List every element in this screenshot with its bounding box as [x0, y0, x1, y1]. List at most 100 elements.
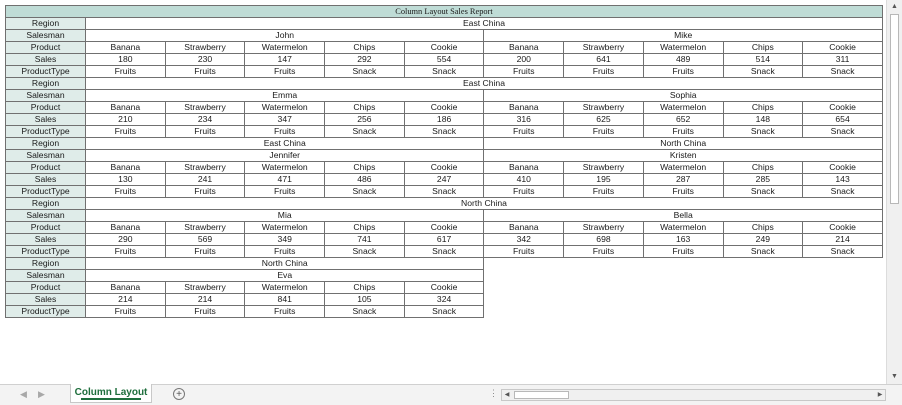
product-cell[interactable]: Watermelon: [642, 221, 724, 234]
empty-cell[interactable]: [483, 257, 883, 270]
product-cell[interactable]: Strawberry: [164, 281, 246, 294]
product-type-cell[interactable]: Snack: [324, 245, 405, 258]
row-label-product-type[interactable]: ProductType: [5, 185, 86, 198]
product-type-cell[interactable]: Fruits: [244, 245, 326, 258]
product-type-cell[interactable]: Snack: [722, 65, 804, 78]
next-sheet-icon[interactable]: ▶: [38, 389, 45, 400]
scroll-right-icon[interactable]: ▶: [875, 390, 885, 400]
sales-value-cell[interactable]: 186: [403, 113, 485, 126]
product-cell[interactable]: Chips: [722, 161, 804, 174]
product-cell[interactable]: Banana: [85, 221, 166, 234]
sales-value-cell[interactable]: 471: [244, 173, 326, 186]
product-type-cell[interactable]: Snack: [722, 125, 804, 138]
product-type-cell[interactable]: Fruits: [164, 305, 246, 318]
sales-value-cell[interactable]: 741: [324, 233, 405, 246]
salesman-name-cell[interactable]: Bella: [483, 209, 883, 222]
region-cell[interactable]: East China: [84, 137, 485, 150]
product-cell[interactable]: Chips: [324, 101, 405, 114]
sales-value-cell[interactable]: 214: [802, 233, 883, 246]
product-type-cell[interactable]: Fruits: [244, 305, 326, 318]
salesman-name-cell[interactable]: Kristen: [483, 149, 883, 162]
sales-value-cell[interactable]: 214: [85, 293, 166, 306]
report-title[interactable]: Column Layout Sales Report: [5, 5, 883, 18]
product-cell[interactable]: Watermelon: [642, 161, 724, 174]
row-label-region[interactable]: Region: [5, 137, 86, 150]
product-cell[interactable]: Strawberry: [563, 101, 644, 114]
product-cell[interactable]: Watermelon: [244, 101, 326, 114]
scroll-down-icon[interactable]: ▼: [889, 371, 900, 382]
product-type-cell[interactable]: Fruits: [85, 185, 166, 198]
prev-sheet-icon[interactable]: ◀: [20, 389, 27, 400]
product-type-cell[interactable]: Fruits: [164, 125, 246, 138]
sales-value-cell[interactable]: 143: [802, 173, 883, 186]
region-cell[interactable]: North China: [85, 197, 883, 210]
product-type-cell[interactable]: Snack: [324, 185, 405, 198]
sales-value-cell[interactable]: 617: [403, 233, 485, 246]
sales-value-cell[interactable]: 180: [85, 53, 166, 66]
product-cell[interactable]: Watermelon: [244, 221, 326, 234]
sales-value-cell[interactable]: 641: [563, 53, 644, 66]
product-cell[interactable]: Watermelon: [642, 101, 724, 114]
product-type-cell[interactable]: Fruits: [164, 185, 246, 198]
sales-value-cell[interactable]: 285: [722, 173, 804, 186]
row-label-region[interactable]: Region: [5, 17, 86, 30]
product-type-cell[interactable]: Snack: [324, 65, 405, 78]
region-cell[interactable]: East China: [85, 77, 883, 90]
product-type-cell[interactable]: Fruits: [642, 245, 724, 258]
empty-cell[interactable]: [483, 281, 883, 294]
product-type-cell[interactable]: Snack: [802, 245, 883, 258]
product-type-cell[interactable]: Fruits: [563, 125, 644, 138]
salesman-name-cell[interactable]: Mike: [483, 29, 883, 42]
product-type-cell[interactable]: Snack: [403, 65, 485, 78]
product-type-cell[interactable]: Fruits: [85, 305, 166, 318]
product-type-cell[interactable]: Fruits: [244, 65, 326, 78]
product-cell[interactable]: Chips: [722, 101, 804, 114]
product-cell[interactable]: Cookie: [802, 161, 883, 174]
row-label-region[interactable]: Region: [5, 197, 86, 210]
sales-value-cell[interactable]: 654: [802, 113, 883, 126]
row-label-salesman[interactable]: Salesman: [5, 269, 86, 282]
row-label-region[interactable]: Region: [5, 257, 86, 270]
product-cell[interactable]: Strawberry: [563, 221, 644, 234]
sales-value-cell[interactable]: 652: [642, 113, 724, 126]
product-cell[interactable]: Chips: [324, 221, 405, 234]
product-cell[interactable]: Banana: [483, 221, 565, 234]
row-label-salesman[interactable]: Salesman: [5, 89, 86, 102]
product-cell[interactable]: Strawberry: [563, 161, 644, 174]
sales-value-cell[interactable]: 241: [164, 173, 246, 186]
sales-value-cell[interactable]: 130: [85, 173, 166, 186]
horizontal-scrollbar[interactable]: ◀ ▶: [501, 389, 886, 401]
row-label-sales[interactable]: Sales: [5, 293, 86, 306]
row-label-product[interactable]: Product: [5, 281, 86, 294]
region-cell[interactable]: North China: [483, 137, 883, 150]
product-cell[interactable]: Banana: [85, 101, 166, 114]
sales-value-cell[interactable]: 249: [722, 233, 804, 246]
sales-value-cell[interactable]: 569: [164, 233, 246, 246]
product-cell[interactable]: Strawberry: [164, 101, 246, 114]
product-type-cell[interactable]: Snack: [802, 185, 883, 198]
product-cell[interactable]: Cookie: [802, 41, 883, 54]
sales-value-cell[interactable]: 290: [85, 233, 166, 246]
sales-value-cell[interactable]: 349: [244, 233, 326, 246]
region-cell[interactable]: North China: [84, 257, 485, 270]
sales-value-cell[interactable]: 163: [642, 233, 724, 246]
sales-value-cell[interactable]: 347: [244, 113, 326, 126]
product-type-cell[interactable]: Snack: [802, 125, 883, 138]
product-type-cell[interactable]: Fruits: [164, 65, 246, 78]
salesman-name-cell[interactable]: Jennifer: [84, 149, 485, 162]
row-label-product-type[interactable]: ProductType: [5, 245, 86, 258]
product-cell[interactable]: Watermelon: [244, 281, 326, 294]
region-cell[interactable]: East China: [85, 17, 883, 30]
product-type-cell[interactable]: Fruits: [244, 185, 326, 198]
product-type-cell[interactable]: Fruits: [483, 65, 565, 78]
product-cell[interactable]: Banana: [483, 101, 565, 114]
product-type-cell[interactable]: Snack: [722, 185, 804, 198]
add-sheet-icon[interactable]: +: [173, 388, 185, 400]
row-label-salesman[interactable]: Salesman: [5, 209, 86, 222]
sales-value-cell[interactable]: 214: [164, 293, 246, 306]
tab-split-handle-icon[interactable]: ⋮: [489, 388, 498, 399]
product-cell[interactable]: Chips: [324, 281, 405, 294]
row-label-product[interactable]: Product: [5, 101, 86, 114]
product-type-cell[interactable]: Snack: [403, 125, 485, 138]
row-label-sales[interactable]: Sales: [5, 113, 86, 126]
